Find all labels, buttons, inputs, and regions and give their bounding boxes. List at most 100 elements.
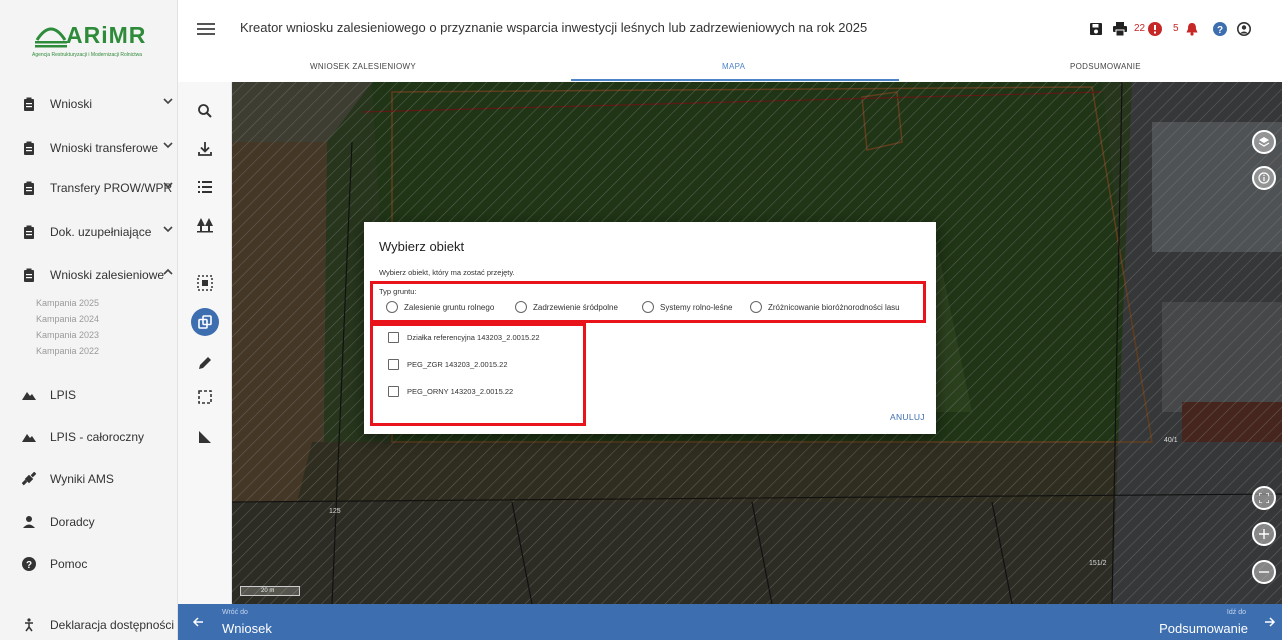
map-scale-bar: 20 m <box>240 586 300 596</box>
tab-mapa[interactable]: MAPA <box>722 62 745 71</box>
campaign-2025[interactable]: Kampania 2025 <box>36 298 99 308</box>
sidebar-item-pomoc[interactable]: ? Pomoc <box>0 549 178 579</box>
sidebar-item-label: Wnioski <box>50 97 93 111</box>
search-icon[interactable] <box>196 102 214 120</box>
header: Kreator wniosku zalesieniowego o przyzna… <box>178 0 1282 82</box>
satellite-icon <box>22 472 36 486</box>
fullscreen-button[interactable] <box>1252 486 1276 510</box>
tab-podsumowanie[interactable]: PODSUMOWANIE <box>1070 62 1141 71</box>
scale-label: 20 m <box>261 588 275 594</box>
print-icon[interactable] <box>1113 22 1127 36</box>
info-icon <box>1258 172 1270 184</box>
save-icon[interactable] <box>1089 22 1103 36</box>
clipboard-icon <box>24 141 34 155</box>
mountain-icon <box>22 392 36 400</box>
mountain-icon <box>22 434 36 442</box>
next-link[interactable]: Podsumowanie <box>1159 621 1248 636</box>
error-icon[interactable] <box>1148 22 1162 36</box>
sidebar-item-wnioski[interactable]: Wnioski <box>0 89 178 119</box>
chevron-up-icon <box>163 268 173 275</box>
back-link[interactable]: Wniosek <box>222 621 272 636</box>
arrow-left-icon[interactable] <box>192 616 204 628</box>
rectangle-select-icon[interactable] <box>196 388 214 406</box>
download-icon[interactable] <box>196 140 214 158</box>
forest-icon[interactable] <box>196 216 214 234</box>
minus-icon <box>1259 571 1269 573</box>
campaign-2022[interactable]: Kampania 2022 <box>36 346 99 356</box>
layers-button[interactable] <box>1252 130 1276 154</box>
campaign-2024[interactable]: Kampania 2024 <box>36 314 99 324</box>
accessibility-icon <box>25 618 33 632</box>
sidebar-item-label: Wyniki AMS <box>50 472 114 486</box>
clipboard-icon <box>24 181 34 195</box>
dialog-description: Wybierz obiekt, który ma zostać przejęty… <box>379 268 515 277</box>
parcel-label: 125 <box>329 508 341 515</box>
svg-text:?: ? <box>26 560 32 571</box>
plus-icon <box>1259 529 1269 539</box>
clipboard-icon <box>24 225 34 239</box>
zoom-in-button[interactable] <box>1252 522 1276 546</box>
page-title: Kreator wniosku zalesieniowego o przyzna… <box>240 20 868 35</box>
sidebar-item-wyniki-ams[interactable]: Wyniki AMS <box>0 464 178 494</box>
map-toolbar <box>178 82 232 604</box>
svg-text:?: ? <box>1217 25 1223 36</box>
back-caption: Wróć do <box>222 609 248 616</box>
bell-icon[interactable] <box>1185 22 1199 36</box>
help-icon[interactable]: ? <box>1213 22 1227 36</box>
layers-icon <box>1258 137 1270 147</box>
logo-brand: ARiMR <box>66 22 147 48</box>
list-icon[interactable] <box>196 178 214 196</box>
logo[interactable]: ARiMR Agencja Restrukturyzacji i Moderni… <box>32 18 162 60</box>
campaign-2023[interactable]: Kampania 2023 <box>36 330 99 340</box>
sidebar-item-lpis[interactable]: LPIS <box>0 380 178 410</box>
sidebar-item-wnioski-transferowe[interactable]: Wnioski transferowe <box>0 133 178 163</box>
arrow-right-icon[interactable] <box>1264 616 1276 628</box>
footer-navigation: Wróć do Wniosek Idź do Podsumowanie <box>178 604 1282 640</box>
app-root: ARiMR Agencja Restrukturyzacji i Moderni… <box>0 0 1282 640</box>
copy-icon <box>198 315 212 329</box>
error-count: 22 <box>1134 23 1146 34</box>
dialog-title: Wybierz obiekt <box>379 239 465 254</box>
sidebar-item-label: Transfery PROW/WPR <box>50 181 173 195</box>
sidebar-item-lpis-caloroczny[interactable]: LPIS - całoroczny <box>0 422 178 452</box>
fullscreen-icon <box>1259 493 1269 503</box>
pencil-icon[interactable] <box>196 354 214 372</box>
copy-object-button[interactable] <box>191 308 219 336</box>
sidebar-item-wnioski-zalesieniowe[interactable]: Wnioski zalesieniowe <box>0 260 178 290</box>
highlight-ground-type <box>370 281 926 323</box>
sidebar-item-deklaracja[interactable]: Deklaracja dostępności <box>0 610 178 640</box>
hamburger-menu-icon[interactable] <box>197 22 215 36</box>
clipboard-icon <box>24 268 34 282</box>
sidebar-item-label: Deklaracja dostępności <box>50 618 175 632</box>
clipboard-icon <box>24 97 34 111</box>
help-icon: ? <box>22 557 36 571</box>
chevron-down-icon <box>163 142 173 149</box>
sidebar-item-label: Doradcy <box>50 515 95 529</box>
sidebar-item-label: Dok. uzupełniające <box>50 225 152 239</box>
sidebar-item-label: Wnioski transferowe <box>50 141 159 155</box>
person-icon <box>23 516 35 528</box>
sidebar-item-label: LPIS <box>50 388 77 402</box>
parcel-label: 40/1 <box>1164 437 1178 444</box>
cancel-button[interactable]: ANULUJ <box>890 412 925 422</box>
highlight-object-list <box>370 323 586 426</box>
sidebar: ARiMR Agencja Restrukturyzacji i Moderni… <box>0 0 178 640</box>
next-caption: Idź do <box>1226 609 1246 616</box>
zoom-out-button[interactable] <box>1252 560 1276 584</box>
logo-subtitle: Agencja Restrukturyzacji i Modernizacji … <box>32 52 143 58</box>
chevron-down-icon <box>163 226 173 233</box>
chevron-down-icon <box>163 182 173 189</box>
sidebar-item-label: Wnioski zalesieniowe <box>50 268 165 282</box>
sidebar-item-label: Pomoc <box>50 557 88 571</box>
tab-wniosek[interactable]: WNIOSEK ZALESIENIOWY <box>310 62 416 71</box>
sidebar-item-transfery[interactable]: Transfery PROW/WPR <box>0 173 178 203</box>
select-area-icon[interactable] <box>196 274 214 292</box>
active-tab-indicator <box>571 79 899 81</box>
alert-count: 5 <box>1173 23 1179 34</box>
sidebar-item-doradcy[interactable]: Doradcy <box>0 507 178 537</box>
sidebar-item-dok-uzupelniajace[interactable]: Dok. uzupełniające <box>0 217 178 247</box>
info-button[interactable] <box>1252 166 1276 190</box>
parcel-label: 151/2 <box>1089 560 1107 567</box>
user-account-icon[interactable] <box>1237 22 1251 36</box>
measure-icon[interactable] <box>196 428 214 446</box>
